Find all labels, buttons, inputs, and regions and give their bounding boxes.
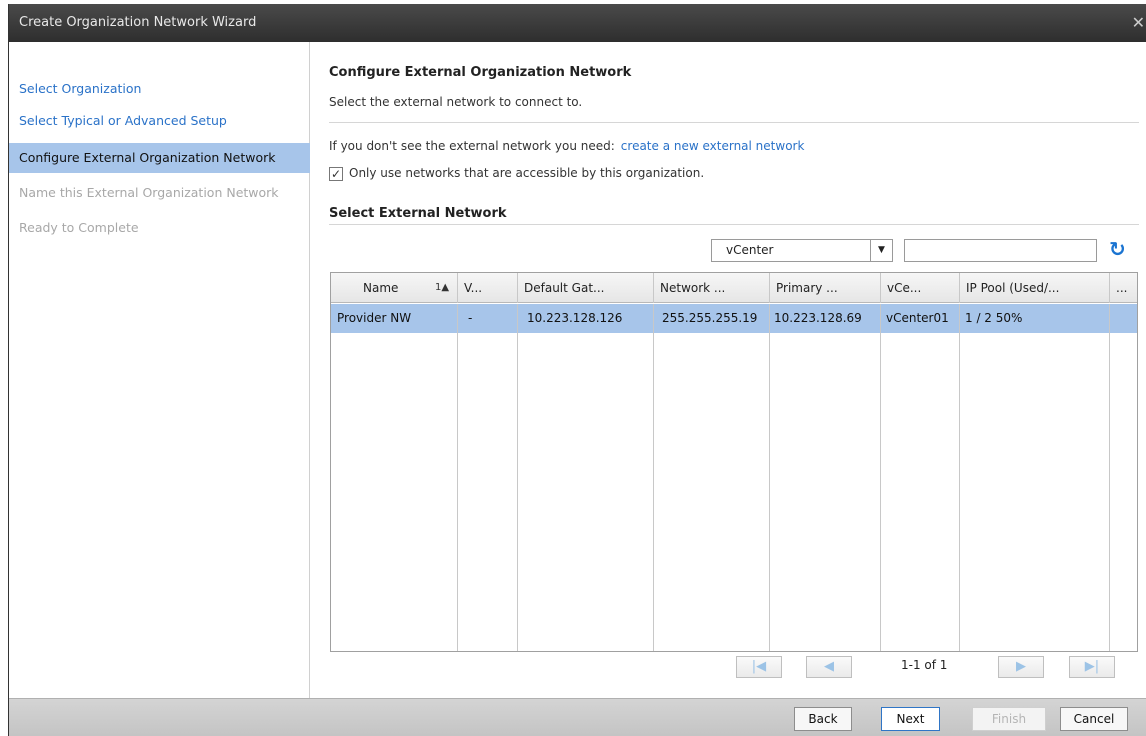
cell-name: Provider NW: [337, 311, 412, 325]
step-select-organization[interactable]: Select Organization: [9, 74, 310, 104]
first-page-button[interactable]: |◀: [736, 656, 782, 678]
accessible-networks-option: ✓ Only use networks that are accessible b…: [329, 166, 704, 181]
close-icon[interactable]: ✕: [1132, 4, 1145, 42]
section-title: Select External Network: [329, 206, 507, 221]
filter-column-select[interactable]: vCenter ▼: [711, 239, 893, 262]
column-divider: [457, 304, 458, 651]
last-page-icon: ▶|: [1084, 659, 1100, 674]
create-external-network-link[interactable]: create a new external network: [621, 139, 805, 153]
wizard-content: Configure External Organization Network …: [329, 42, 1139, 698]
table-row[interactable]: Provider NW - 10.223.128.126 255.255.255…: [331, 304, 1137, 333]
column-header-v[interactable]: V...: [458, 273, 518, 303]
next-button[interactable]: Next: [881, 707, 940, 731]
section-divider: [329, 224, 1139, 225]
previous-page-icon: ◀: [824, 659, 834, 674]
column-chooser-menu[interactable]: ...: [1110, 273, 1137, 303]
step-configure-external-network[interactable]: Configure External Organization Network: [9, 143, 310, 173]
step-select-typical-advanced[interactable]: Select Typical or Advanced Setup: [9, 106, 310, 136]
dialog-title: Create Organization Network Wizard: [19, 15, 257, 30]
column-divider: [653, 304, 654, 651]
wizard-steps-nav: Select Organization Select Typical or Ad…: [9, 42, 310, 698]
column-header-primary-dns[interactable]: Primary ...: [770, 273, 881, 303]
cell-vcenter: vCenter01: [886, 311, 949, 325]
table-header: Name 1▲ V... Default Gat... Network ... …: [331, 273, 1137, 303]
checkbox-label: Only use networks that are accessible by…: [349, 166, 705, 180]
column-header-default-gateway[interactable]: Default Gat...: [518, 273, 654, 303]
dialog-footer: Back Next Finish Cancel: [9, 698, 1146, 736]
sort-ascending-icon: 1▲: [435, 282, 450, 293]
cell-v: -: [468, 311, 473, 325]
column-divider: [769, 304, 770, 651]
refresh-icon[interactable]: ↻: [1109, 237, 1126, 261]
step-ready-to-complete: Ready to Complete: [19, 220, 139, 235]
wizard-dialog: Create Organization Network Wizard ✕ Sel…: [8, 4, 1146, 736]
column-header-ip-pool[interactable]: IP Pool (Used/...: [960, 273, 1110, 303]
previous-page-button[interactable]: ◀: [806, 656, 852, 678]
dialog-titlebar: Create Organization Network Wizard ✕: [9, 4, 1146, 42]
cell-ip-pool: 1 / 2 50%: [965, 311, 1023, 325]
info-line: If you don't see the external network yo…: [329, 139, 804, 153]
column-header-name[interactable]: Name 1▲: [331, 273, 458, 303]
column-header-vcenter[interactable]: vCe...: [881, 273, 960, 303]
column-header-network-mask[interactable]: Network ...: [654, 273, 770, 303]
column-divider: [880, 304, 881, 651]
chevron-down-icon[interactable]: ▼: [870, 240, 892, 261]
divider: [329, 122, 1139, 123]
column-divider: [959, 304, 960, 651]
back-button[interactable]: Back: [794, 707, 852, 731]
cell-primary-dns: 10.223.128.69: [774, 311, 862, 325]
step-name-network: Name this External Organization Network: [19, 185, 279, 200]
next-page-button[interactable]: ▶: [998, 656, 1044, 678]
first-page-icon: |◀: [751, 659, 767, 674]
accessible-networks-checkbox[interactable]: ✓: [329, 166, 343, 181]
column-divider: [1109, 304, 1110, 651]
next-page-icon: ▶: [1016, 659, 1026, 674]
external-networks-table: Name 1▲ V... Default Gat... Network ... …: [330, 272, 1138, 652]
filter-select-value: vCenter: [726, 243, 774, 257]
cancel-button[interactable]: Cancel: [1060, 707, 1128, 731]
cell-default-gateway: 10.223.128.126: [527, 311, 623, 325]
finish-button: Finish: [972, 707, 1046, 731]
column-divider: [517, 304, 518, 651]
pager-info: 1-1 of 1: [901, 658, 948, 672]
filter-input[interactable]: [904, 239, 1097, 262]
last-page-button[interactable]: ▶|: [1069, 656, 1115, 678]
cell-network-mask: 255.255.255.19: [662, 311, 758, 325]
info-text: If you don't see the external network yo…: [329, 139, 615, 153]
page-title: Configure External Organization Network: [329, 65, 632, 80]
page-subtitle: Select the external network to connect t…: [329, 95, 583, 109]
